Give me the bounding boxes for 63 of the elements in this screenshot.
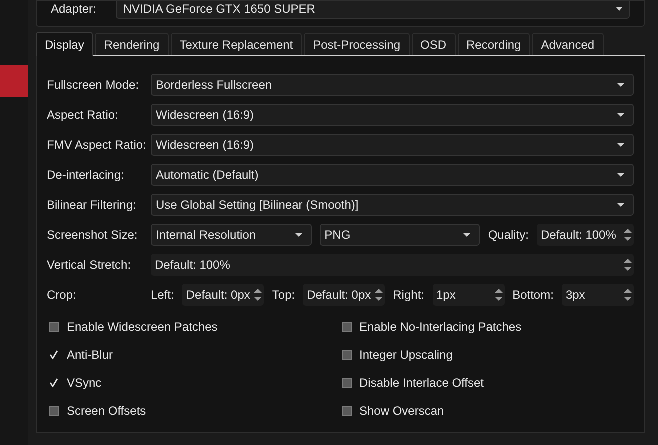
spin-box[interactable]: Default: 100%: [151, 254, 634, 276]
field-label: Quality:: [488, 227, 529, 244]
checkbox[interactable]: [49, 406, 59, 416]
checkbox-label: Anti-Blur: [67, 347, 114, 364]
checkbox-label: Show Overscan: [360, 403, 444, 420]
dropdown-arrow-icon: [617, 83, 625, 87]
tab[interactable]: Post-Processing: [304, 33, 410, 55]
checkbox[interactable]: [49, 322, 59, 332]
spin-arrows-icon: [494, 287, 503, 303]
field-label: FMV Aspect Ratio:: [47, 137, 143, 154]
checkbox-label: VSync: [67, 375, 102, 392]
tab[interactable]: Advanced: [532, 33, 604, 55]
dropdown-arrow-icon: [617, 173, 625, 177]
tab[interactable]: OSD: [412, 33, 456, 55]
field-label: De-interlacing:: [47, 167, 126, 184]
field-label: Vertical Stretch:: [47, 257, 132, 274]
field-label: Top:: [272, 287, 296, 304]
spin-box[interactable]: Default: 0px: [182, 284, 264, 306]
field-label: Aspect Ratio:: [47, 107, 120, 124]
checkbox[interactable]: [342, 406, 352, 416]
field-label: Left:: [151, 287, 174, 304]
tab[interactable]: Rendering: [95, 33, 169, 55]
dropdown[interactable]: Borderless Fullscreen: [151, 74, 634, 96]
checkbox[interactable]: [342, 322, 352, 332]
dropdown[interactable]: Internal Resolution: [151, 224, 312, 246]
spin-arrows-icon: [254, 287, 262, 303]
field-label: Screenshot Size:: [47, 227, 139, 244]
tab[interactable]: Display: [36, 32, 94, 56]
spin-box[interactable]: 1px: [432, 284, 505, 306]
tab[interactable]: Recording: [458, 33, 530, 55]
dropdown-arrow-icon: [617, 143, 625, 147]
dropdown[interactable]: Widescreen (16:9): [151, 134, 634, 156]
dropdown-arrow-icon: [463, 233, 472, 237]
checkbox-label: Enable Widescreen Patches: [67, 319, 218, 336]
field-label: Right:: [393, 287, 424, 304]
dropdown[interactable]: Automatic (Default): [151, 164, 634, 186]
field-label: Bilinear Filtering:: [47, 197, 138, 214]
spin-box[interactable]: Default: 0px: [303, 284, 386, 306]
checkbox-label: Screen Offsets: [67, 403, 146, 420]
adapter-label: Adapter:: [51, 1, 96, 17]
checkbox-label: Enable No-Interlacing Patches: [360, 319, 522, 336]
spin-box[interactable]: Default: 100%: [537, 224, 634, 246]
field-label: Fullscreen Mode:: [47, 77, 140, 94]
tab[interactable]: Texture Replacement: [170, 33, 302, 55]
checkbox[interactable]: [342, 350, 352, 360]
dropdown-arrow-icon: [617, 113, 625, 117]
checkbox-label: Disable Interlace Offset: [360, 375, 484, 392]
spin-arrows-icon: [624, 257, 632, 273]
checkbox[interactable]: [342, 378, 352, 388]
dropdown-arrow-icon: [616, 7, 623, 11]
dropdown-arrow-icon: [617, 203, 625, 207]
spin-arrows-icon: [624, 287, 632, 303]
dropdown-arrow-icon: [294, 233, 303, 237]
spin-box[interactable]: 3px: [562, 284, 634, 306]
dropdown[interactable]: Widescreen (16:9): [151, 104, 634, 126]
adapter-combo[interactable]: NVIDIA GeForce GTX 1650 SUPER: [116, 1, 630, 19]
field-label: Crop:: [47, 287, 78, 304]
field-label: Bottom:: [512, 287, 554, 304]
dropdown[interactable]: Use Global Setting [Bilinear (Smooth)]: [151, 194, 634, 216]
spin-arrows-icon: [375, 287, 384, 303]
dropdown[interactable]: PNG: [320, 224, 480, 246]
spin-arrows-icon: [624, 227, 632, 243]
checkbox-label: Integer Upscaling: [360, 347, 453, 364]
